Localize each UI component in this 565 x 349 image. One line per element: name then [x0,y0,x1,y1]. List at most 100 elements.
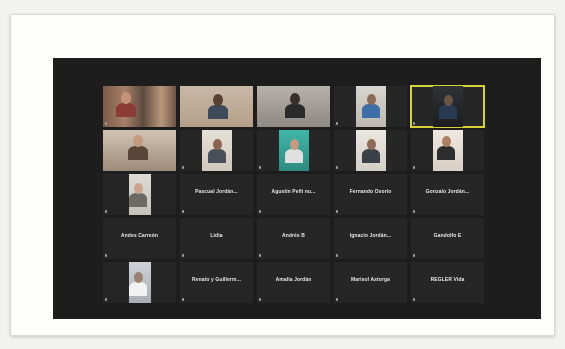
participant-video [355,86,386,127]
participant-caption [182,298,251,301]
participant-tile[interactable] [334,86,407,127]
mic-muted-icon [182,166,184,169]
mic-muted-icon [182,210,184,213]
participant-name: Andes Carreón [120,233,159,239]
mic-muted-icon [336,254,338,257]
participant-caption [182,210,251,213]
participant-caption [413,122,482,125]
participant-caption [259,166,328,169]
participant-video [128,262,151,303]
participant-caption [336,254,405,257]
participant-tile[interactable] [103,130,176,171]
participant-tile[interactable] [103,174,176,215]
mic-muted-icon [336,298,338,301]
participant-video [355,130,386,171]
participant-gallery: Pascual Jordán... Agustín Peñi nu... Ferna… [103,85,485,303]
mic-muted-icon [182,298,184,301]
participant-tile[interactable] [334,130,407,171]
participant-caption [413,254,482,257]
participant-name: Fernando Osorio [349,189,392,195]
participant-video [201,130,232,171]
mic-muted-icon [413,166,415,169]
participant-name: Ignacio Jordán... [349,233,392,239]
participant-tile[interactable]: Ignacio Jordán... [334,218,407,259]
mic-muted-icon [336,122,338,125]
participant-video [257,86,330,127]
participant-video [432,130,463,171]
participant-caption [336,210,405,213]
participant-name: Marisol Astorga [350,277,391,283]
participant-caption [105,298,174,301]
participant-caption [336,298,405,301]
participant-caption [413,166,482,169]
participant-caption [259,254,328,257]
participant-caption [259,122,328,125]
participant-tile[interactable]: Marisol Astorga [334,262,407,303]
mic-muted-icon [413,210,415,213]
participant-tile[interactable]: Amalia Jordán [257,262,330,303]
participant-name: Gonzalo Jordán... [425,189,470,195]
participant-name: Amalia Jordán [275,277,312,283]
video-meeting-window: Pascual Jordán... Agustín Peñi nu... Ferna… [53,58,541,319]
participant-tile[interactable] [411,130,484,171]
participant-name: Pascual Jordán... [195,189,238,195]
mic-muted-icon [259,298,261,301]
mic-muted-icon [413,298,415,301]
participant-video [180,86,253,127]
participant-name: Renato y Guillerm... [192,277,241,283]
mic-muted-icon [182,254,184,257]
participant-caption [413,298,482,301]
participant-tile[interactable]: Pascual Jordán... [180,174,253,215]
participant-caption [182,122,251,125]
participant-tile[interactable] [103,86,176,127]
mic-muted-icon [105,298,107,301]
participant-tile[interactable]: Gonzalo Jordán... [411,174,484,215]
participant-tile[interactable]: Andrés B [257,218,330,259]
participant-tile[interactable]: Lidia [180,218,253,259]
participant-caption [259,210,328,213]
mic-muted-icon [105,210,107,213]
participant-tile[interactable] [180,86,253,127]
participant-tile[interactable]: Fernando Osorio [334,174,407,215]
participant-name: Agustín Peñi nu... [271,189,316,195]
participant-caption [105,254,174,257]
participant-name: REGLER Vida [430,277,465,283]
participant-tile[interactable] [410,85,485,128]
mic-muted-icon [105,166,107,169]
participant-tile[interactable]: Gandolfo E [411,218,484,259]
mic-muted-icon [336,166,338,169]
mic-muted-icon [105,122,107,125]
participant-video [103,130,176,171]
participant-video [278,130,309,171]
participant-tile[interactable] [257,86,330,127]
mic-muted-icon [259,122,261,125]
mic-muted-icon [336,210,338,213]
participant-tile[interactable]: Renato y Guillerm... [180,262,253,303]
participant-tile[interactable]: Agustín Peñi nu... [257,174,330,215]
mic-muted-icon [413,254,415,257]
participant-tile[interactable] [103,262,176,303]
participant-tile[interactable]: REGLER Vida [411,262,484,303]
participant-video [128,174,151,215]
mic-muted-icon [259,166,261,169]
participant-caption [105,210,174,213]
participant-caption [105,122,174,125]
mic-muted-icon [105,254,107,257]
participant-caption [182,254,251,257]
participant-video [103,86,176,127]
participant-tile[interactable]: Andes Carreón [103,218,176,259]
mic-muted-icon [259,210,261,213]
participant-tile[interactable] [180,130,253,171]
participant-caption [336,122,405,125]
participant-caption [413,210,482,213]
photo-frame: Pascual Jordán... Agustín Peñi nu... Ferna… [10,14,555,336]
mic-muted-icon [413,122,415,125]
participant-caption [336,166,405,169]
participant-caption [182,166,251,169]
participant-name: Gandolfo E [433,233,462,239]
mic-muted-icon [259,254,261,257]
participant-name: Andrés B [281,233,306,239]
participant-video [432,86,463,127]
participant-tile[interactable] [257,130,330,171]
participant-caption [105,166,174,169]
